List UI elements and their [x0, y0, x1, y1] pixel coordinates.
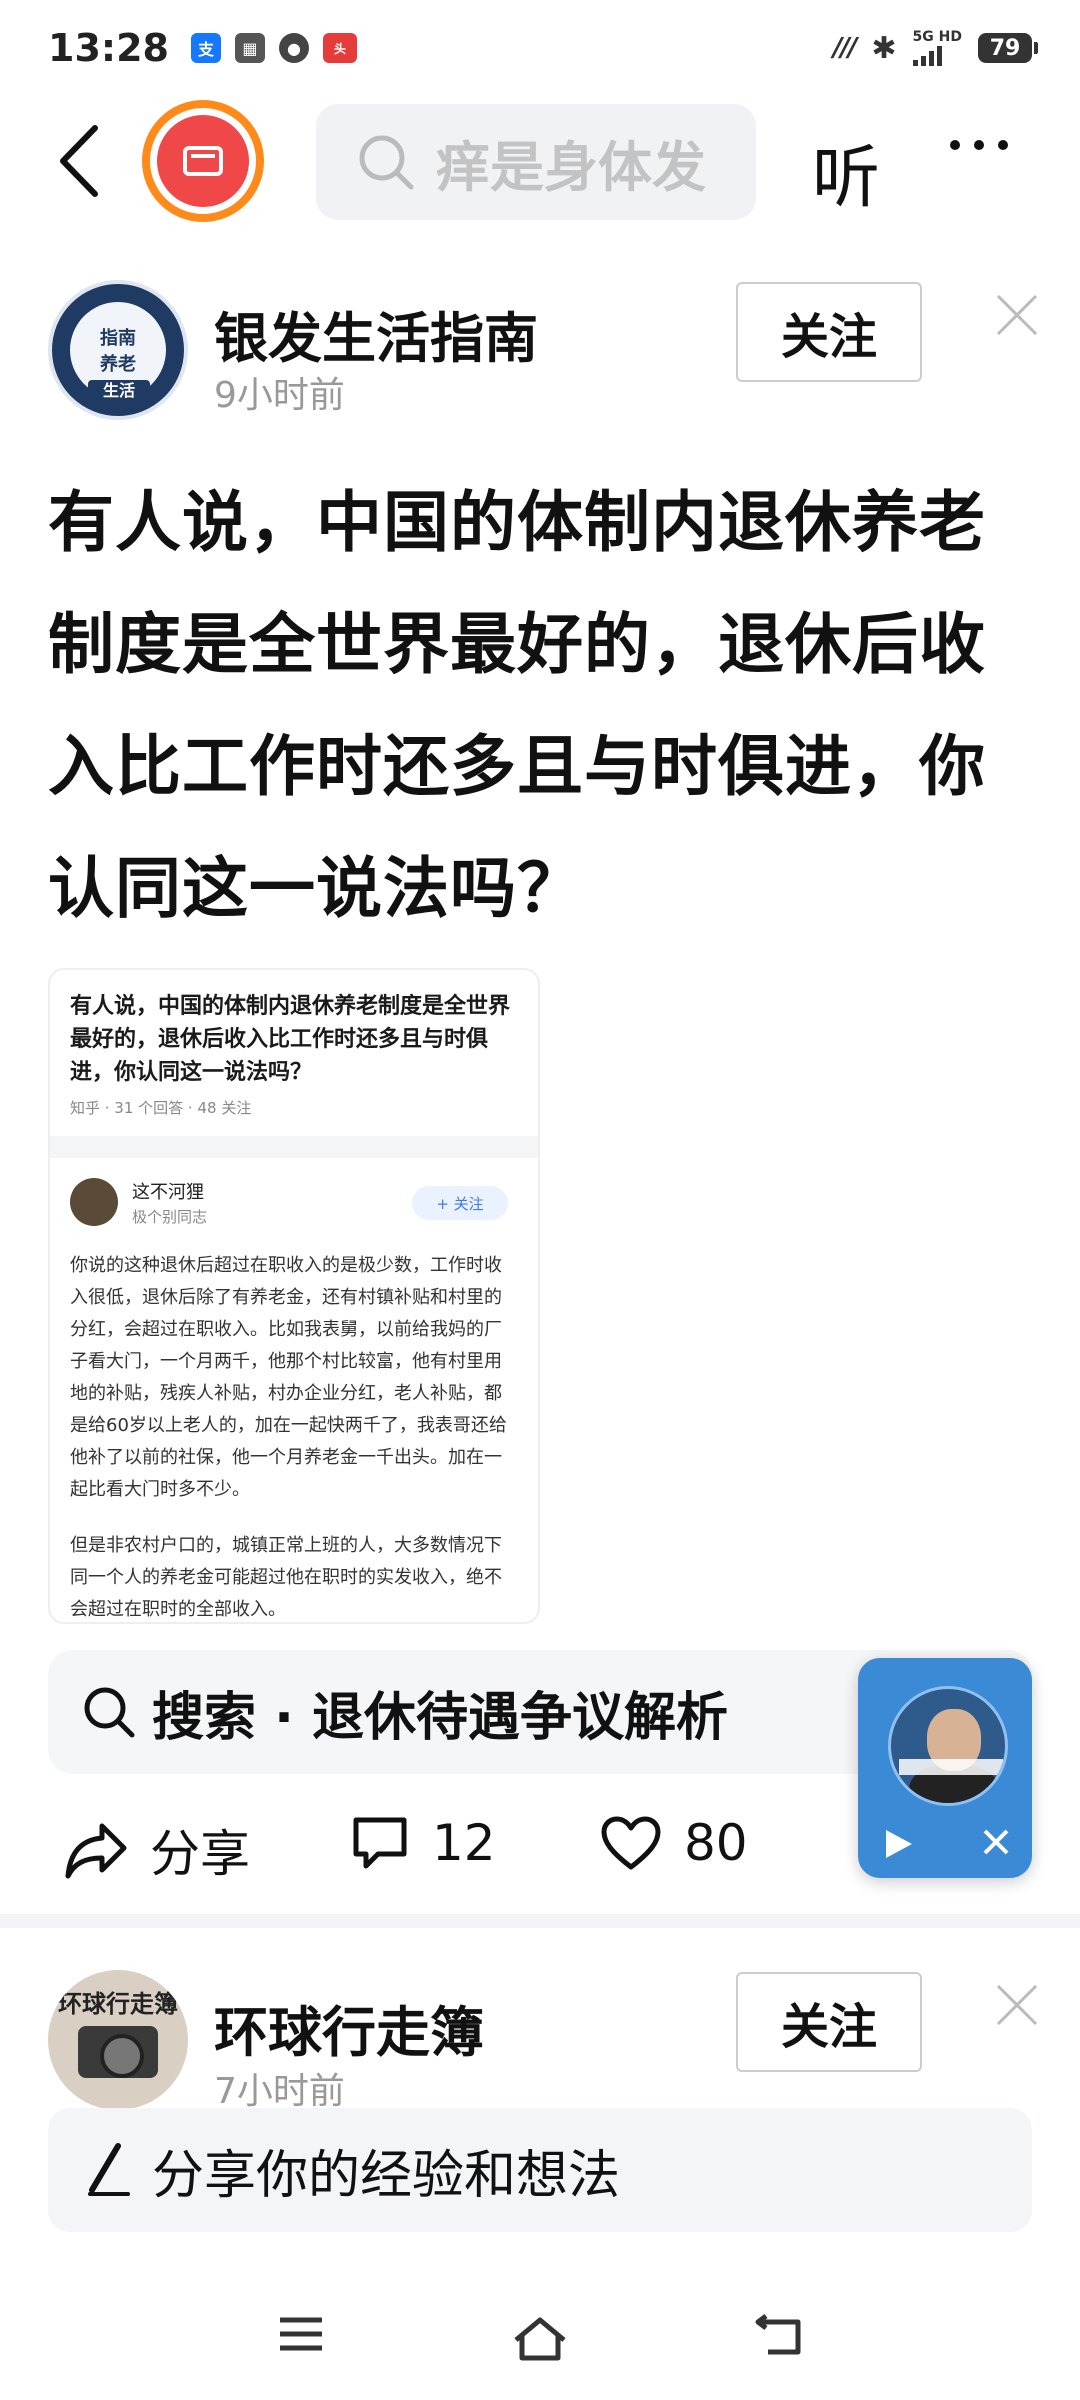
- next-post-time: 7小时前: [214, 2071, 345, 2112]
- related-search-text: 搜索 · 退休待遇争议解析: [152, 1687, 728, 1748]
- image-meta: 知乎 · 31 个回答 · 48 关注: [70, 1099, 252, 1117]
- comment-input[interactable]: 分享你的经验和想法: [48, 2108, 1032, 2232]
- image-divider: [50, 1136, 538, 1158]
- network-label: 5G HD: [912, 29, 962, 45]
- image-answer-body: 你说的这种退休后超过在职收入的是极少数，工作时收入很低，退休后除了有养老金，还有…: [70, 1250, 518, 1622]
- listen-button[interactable]: 听: [812, 122, 880, 221]
- next-avatar-text: 环球行走簿: [58, 1990, 178, 2018]
- image-user-name: 这不河狸: [132, 1181, 204, 1203]
- alipay-icon: 支: [190, 33, 221, 63]
- image-follow-badge: + 关注: [412, 1186, 508, 1220]
- red-packet-button[interactable]: [142, 100, 264, 222]
- toutiao-icon: 头: [322, 33, 357, 63]
- pen-icon: [88, 2143, 130, 2196]
- image-user-avatar: [70, 1178, 118, 1226]
- play-icon[interactable]: [880, 1826, 916, 1862]
- return-icon[interactable]: [754, 2314, 804, 2358]
- post-image[interactable]: 有人说，中国的体制内退休养老制度是全世界最好的，退休后收入比工作时还多且与时俱进…: [48, 968, 540, 1624]
- search-icon: [359, 135, 414, 190]
- avatar-ribbon: 生活: [88, 380, 150, 402]
- share-icon: [65, 1823, 127, 1879]
- close-icon[interactable]: [992, 1980, 1042, 2030]
- author-avatar[interactable]: 指南 养老 生活: [48, 280, 188, 420]
- next-author-name[interactable]: 环球行走簿: [214, 1988, 484, 2067]
- like-count: 80: [684, 1814, 748, 1872]
- camera-icon: [78, 2026, 158, 2078]
- close-icon[interactable]: [992, 290, 1042, 340]
- image-answer-user: 这不河狸 极个别同志 + 关注: [70, 1172, 518, 1232]
- top-nav: 痒是身体发 听: [0, 100, 1080, 222]
- comment-placeholder: 分享你的经验和想法: [152, 2145, 621, 2206]
- back-arrow-icon: [60, 125, 98, 197]
- post-title[interactable]: 有人说，中国的体制内退休养老制度是全世界最好的，退休后收入比工作时还多且与时俱进…: [48, 462, 1038, 950]
- wechat-icon: ●: [278, 33, 309, 63]
- feed-divider: [0, 1914, 1080, 1928]
- floating-video-player[interactable]: [858, 1658, 1032, 1878]
- next-follow-button[interactable]: 关注: [736, 1972, 922, 2072]
- share-label: 分享: [150, 1825, 250, 1883]
- battery-icon: 79: [978, 33, 1038, 63]
- system-nav-bar: [0, 2280, 1080, 2400]
- next-post-author: 环球行走簿 环球行走簿 7小时前 关注: [48, 1970, 1038, 2112]
- like-button[interactable]: 80: [600, 1814, 748, 1872]
- home-icon[interactable]: [510, 2314, 570, 2362]
- image-paragraph-2: 但是非农村户口的，城镇正常上班的人，大多数情况下同一个人的养老金可能超过他在职时…: [70, 1535, 502, 1620]
- video-thumbnail: [888, 1686, 1008, 1806]
- post-author: 指南 养老 生活 银发生活指南 9小时前 关注: [48, 280, 1038, 420]
- author-name[interactable]: 银发生活指南: [214, 294, 538, 373]
- status-app-icons: 支 ▦ ● 头: [190, 33, 357, 63]
- search-icon: [84, 1687, 135, 1738]
- post-time: 9小时前: [214, 375, 345, 416]
- share-button[interactable]: 分享: [64, 1814, 250, 1886]
- comment-count: 12: [432, 1814, 496, 1872]
- back-button[interactable]: [44, 124, 114, 198]
- status-time: 13:28: [48, 26, 169, 70]
- image-question: 有人说，中国的体制内退休养老制度是全世界最好的，退休后收入比工作时还多且与时俱进…: [70, 994, 511, 1085]
- comment-icon: [353, 1817, 407, 1869]
- avatar-text-mid: 养老: [100, 354, 136, 375]
- comment-button[interactable]: 12: [350, 1814, 496, 1872]
- search-placeholder: 痒是身体发: [436, 135, 706, 199]
- heart-icon: [601, 1816, 661, 1870]
- cellular-signal-icon: 5G HD: [912, 29, 962, 66]
- image-user-sub: 极个别同志: [132, 1207, 208, 1226]
- image-paragraph-1: 你说的这种退休后超过在职收入的是极少数，工作时收入很低，退休后除了有养老金，还有…: [70, 1255, 507, 1500]
- follow-button[interactable]: 关注: [736, 282, 922, 382]
- status-bar: 13:28 支 ▦ ● 头 /// ✱ 5G HD 79: [0, 0, 1080, 96]
- menu-icon[interactable]: [276, 2314, 326, 2354]
- gift-icon: ▦: [234, 33, 265, 63]
- next-author-avatar[interactable]: 环球行走簿: [48, 1970, 188, 2110]
- more-options-button[interactable]: [950, 140, 1008, 150]
- avatar-text-top: 指南: [100, 328, 136, 349]
- search-bar[interactable]: 痒是身体发: [316, 104, 756, 220]
- close-video-icon[interactable]: [980, 1826, 1012, 1858]
- red-packet-icon: [157, 115, 249, 207]
- signal-strength-icon: ///: [832, 33, 857, 63]
- bluetooth-icon: ✱: [871, 30, 897, 66]
